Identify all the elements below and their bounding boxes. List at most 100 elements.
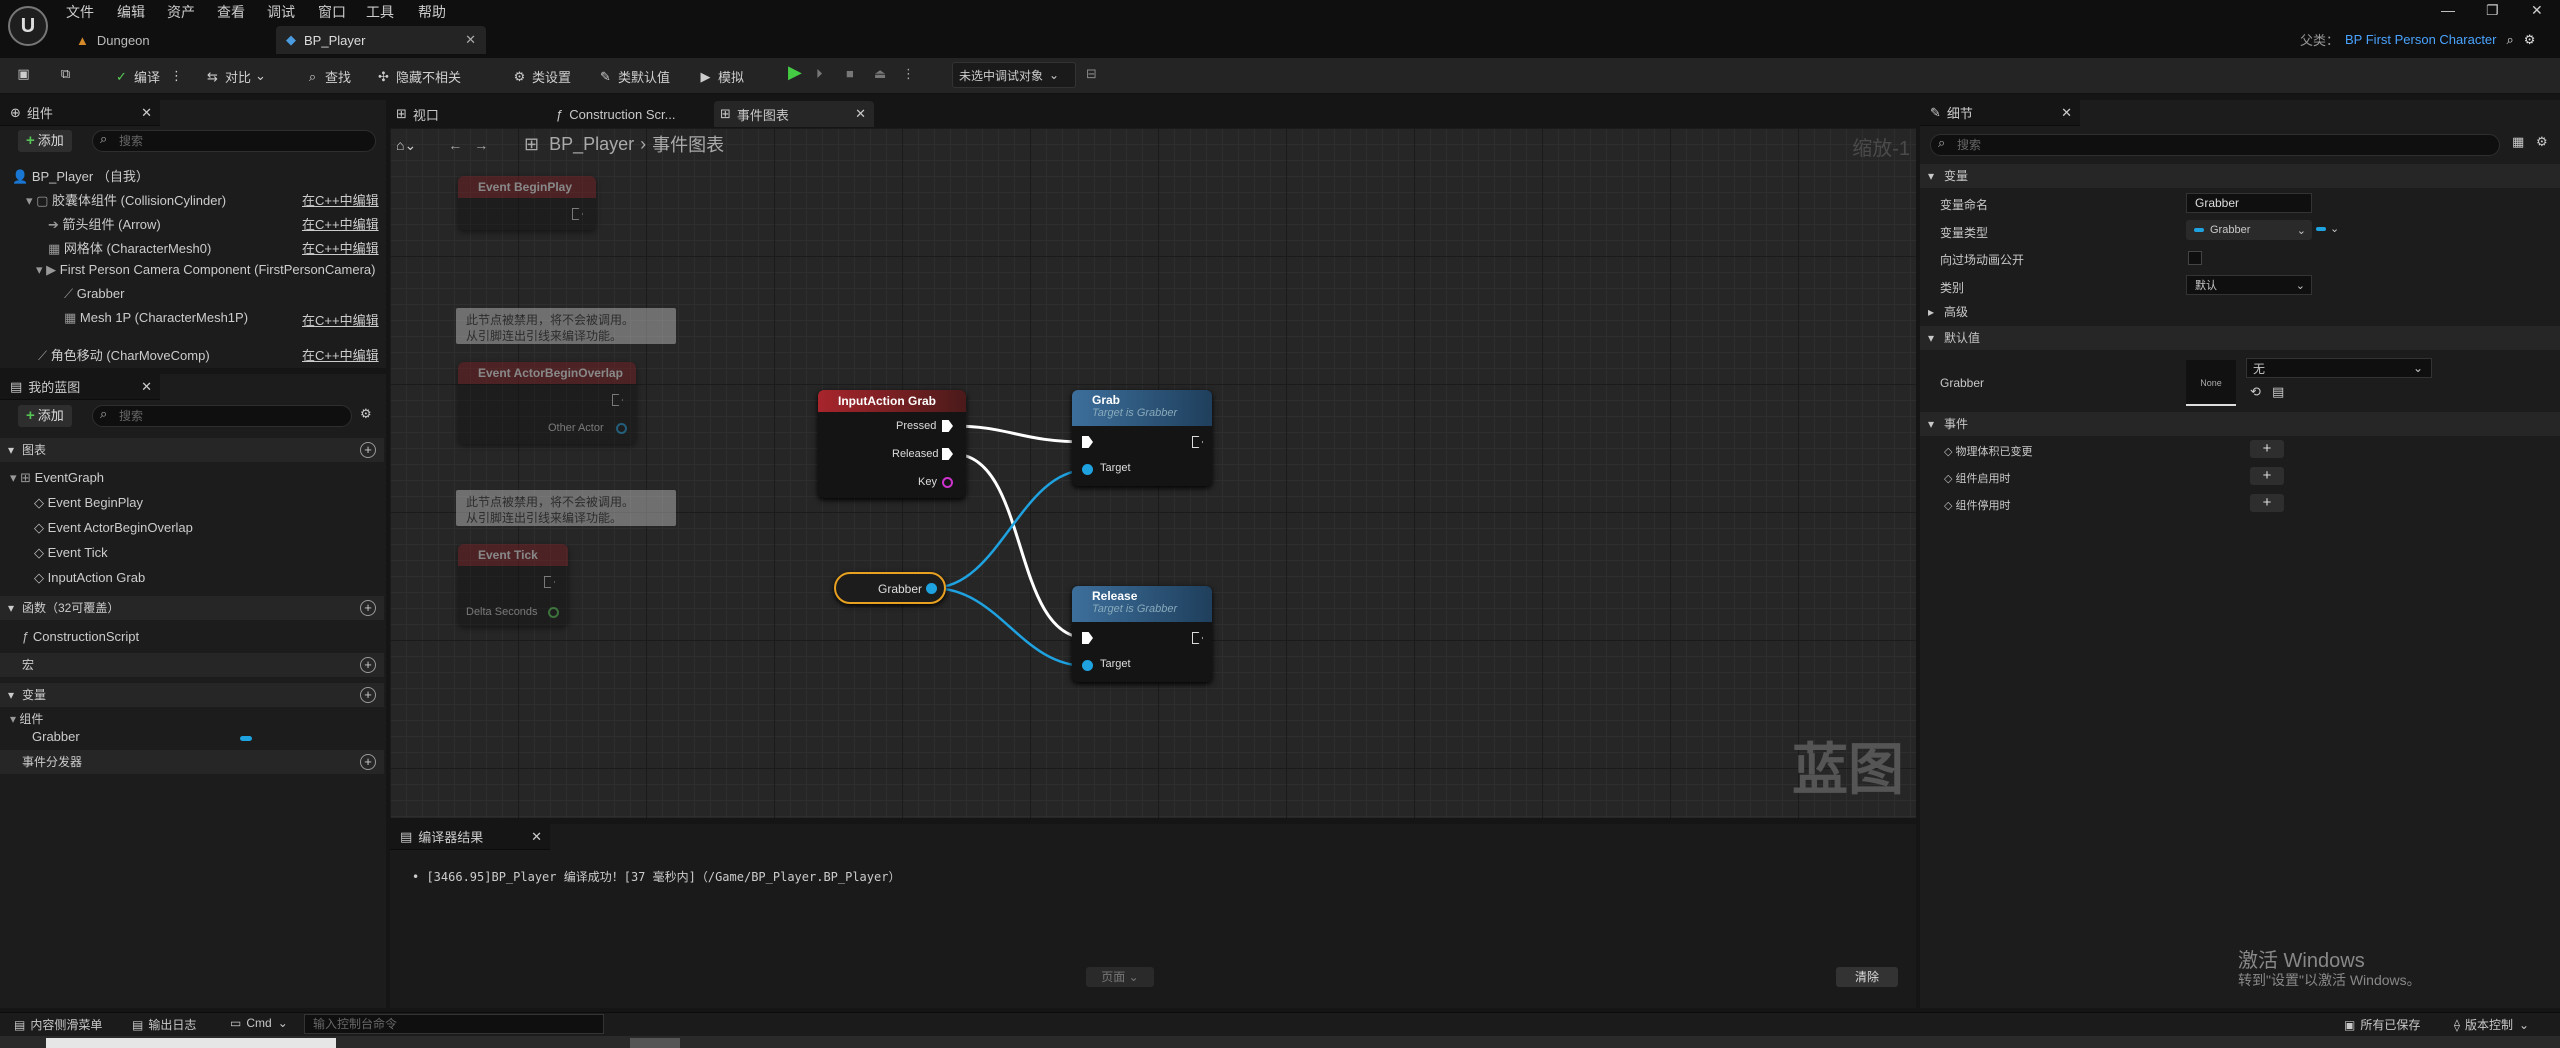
exec-out-pin[interactable] <box>1192 632 1203 644</box>
minimize-icon[interactable]: — <box>2441 2 2455 18</box>
node-function-grab[interactable]: Grab Target is Grabber Target <box>1072 390 1212 486</box>
menu-view[interactable]: 查看 <box>217 2 245 22</box>
node-function-release[interactable]: Release Target is Grabber Target <box>1072 586 1212 682</box>
edit-cpp-link[interactable]: 在C++中编辑 <box>302 345 379 364</box>
section-variable[interactable]: ▾ 变量 <box>1920 164 2560 188</box>
menu-tools[interactable]: 工具 <box>366 2 394 22</box>
tree-arrow[interactable]: ➔ 箭头组件 (Arrow) <box>48 214 161 233</box>
step-icon[interactable]: ⏵ <box>816 66 823 86</box>
blueprint-search[interactable]: 搜索 <box>92 405 352 427</box>
tab-bp-player[interactable]: ◆ BP_Player ✕ <box>276 26 486 54</box>
use-selected-icon[interactable]: ⟲ <box>2250 384 2261 400</box>
hide-unrelated-button[interactable]: ✣ 隐藏不相关 <box>376 66 461 86</box>
home-icon[interactable]: ⌂⌄ <box>396 137 416 154</box>
class-defaults-button[interactable]: ✎ 类默认值 <box>598 66 670 86</box>
section-macros[interactable]: 宏 <box>0 653 384 677</box>
menu-asset[interactable]: 资产 <box>167 2 195 22</box>
node-event-beginplay[interactable]: Event BeginPlay <box>458 176 596 230</box>
gear-icon[interactable]: ⚙ <box>360 406 372 422</box>
function-item[interactable]: ƒ ConstructionScript <box>22 629 139 644</box>
settings-icon[interactable]: ⚙ <box>2524 32 2536 48</box>
eject-icon[interactable]: ⏏ <box>874 66 886 86</box>
event-graph-canvas[interactable]: ⌂⌄ ← → ⊞ BP_Player › 事件图表 缩放-1 蓝图 Event … <box>390 128 1916 818</box>
gear-icon[interactable]: ⚙ <box>2536 134 2548 150</box>
add-function-icon[interactable]: + <box>360 600 376 616</box>
variable-grabber[interactable]: Grabber <box>32 729 80 744</box>
section-events[interactable]: ▾ 事件 <box>1920 412 2560 436</box>
close-tab-icon[interactable]: ✕ <box>465 32 476 48</box>
target-in-pin[interactable] <box>1082 660 1093 671</box>
details-search[interactable]: 搜索 <box>1930 134 2500 156</box>
exec-out-pin[interactable] <box>572 208 583 220</box>
grabber-out-pin[interactable] <box>926 583 937 594</box>
output-log-button[interactable]: ▤ 输出日志 <box>132 1016 196 1033</box>
asset-select[interactable]: 无 ⌄ <box>2246 358 2432 378</box>
tab-viewport[interactable]: ⊞ 视口 <box>396 103 439 125</box>
diff-button[interactable]: ⇆ 对比 ⌄ <box>205 66 266 86</box>
edit-cpp-link[interactable]: 在C++中编辑 <box>302 310 379 329</box>
node-grabber-getter[interactable]: Grabber <box>834 572 946 604</box>
taskbar-search[interactable] <box>46 1038 336 1048</box>
play-options-icon[interactable]: ⋮ <box>902 66 915 86</box>
section-advanced[interactable]: ▸ 高级 <box>1920 300 2560 324</box>
tree-mesh[interactable]: ▦ 网格体 (CharacterMesh0) <box>48 238 211 257</box>
exec-in-pin[interactable] <box>1082 436 1093 448</box>
content-drawer-button[interactable]: ▤ 内容侧滑菜单 <box>14 1016 102 1033</box>
browse-asset-icon[interactable]: ▤ <box>2272 384 2284 400</box>
taskbar-app[interactable] <box>630 1038 680 1048</box>
unreal-logo-icon[interactable]: U <box>8 6 48 46</box>
close-window-icon[interactable]: ✕ <box>2531 2 2543 19</box>
tab-event-graph[interactable]: ⊞ 事件图表 ✕ <box>714 101 874 127</box>
tree-bp-player[interactable]: 👤 BP_Player （自我） <box>12 166 149 185</box>
tree-collision[interactable]: ▾ ▢ 胶囊体组件 (CollisionCylinder) <box>26 190 226 209</box>
search-icon[interactable]: ⌕ <box>2507 32 2514 48</box>
section-graphs[interactable]: ▾ 图表 <box>0 438 384 462</box>
close-panel-icon[interactable]: ✕ <box>141 105 152 121</box>
menu-edit[interactable]: 编辑 <box>117 2 145 22</box>
add-event-button[interactable]: + <box>2250 467 2284 485</box>
add-blueprint-item-button[interactable]: + 添加 <box>18 405 72 427</box>
event-item[interactable]: ◇ Event Tick <box>34 545 108 561</box>
components-search[interactable]: 搜索 <box>92 130 376 152</box>
menu-file[interactable]: 文件 <box>66 2 94 22</box>
exec-out-pin-released[interactable] <box>942 448 953 460</box>
section-variables[interactable]: ▾ 变量 <box>0 683 384 707</box>
var-type-select[interactable]: Grabber ⌄ <box>2186 220 2312 240</box>
node-event-tick[interactable]: Event Tick Delta Seconds <box>458 544 568 626</box>
compile-button[interactable]: ✓ 编译 ⋮ <box>114 66 183 86</box>
exec-out-pin-pressed[interactable] <box>942 420 953 432</box>
simulate-button[interactable]: ▶ 模拟 <box>698 66 745 86</box>
expose-checkbox[interactable] <box>2188 251 2202 265</box>
asset-thumbnail[interactable]: None <box>2186 360 2236 406</box>
tree-grabber[interactable]: ⟋ Grabber <box>64 286 124 302</box>
section-dispatchers[interactable]: 事件分发器 <box>0 750 384 774</box>
var-name-input[interactable]: Grabber <box>2186 193 2312 213</box>
cmd-select[interactable]: ▭ Cmd ⌄ <box>230 1016 288 1030</box>
tab-construction[interactable]: ƒ Construction Scr... <box>556 103 675 125</box>
exec-out-pin[interactable] <box>612 394 623 406</box>
section-functions[interactable]: ▾ 函数（32可覆盖） <box>0 596 384 620</box>
parent-class-link[interactable]: BP First Person Character <box>2345 32 2496 47</box>
close-panel-icon[interactable]: ✕ <box>531 829 542 845</box>
breakpoint-icon[interactable]: ⊟ <box>1086 66 1097 86</box>
edit-cpp-link[interactable]: 在C++中编辑 <box>302 190 379 209</box>
save-icon[interactable]: ▣ <box>16 66 36 86</box>
add-dispatcher-icon[interactable]: + <box>360 754 376 770</box>
source-control-button[interactable]: ⟠ 版本控制 ⌄ <box>2454 1016 2529 1033</box>
find-button[interactable]: ⌕ 查找 <box>305 66 351 86</box>
tab-dungeon[interactable]: ▲ Dungeon <box>66 26 276 54</box>
debug-target-select[interactable]: 未选中调试对象 ⌄ <box>952 62 1076 88</box>
key-out-pin[interactable] <box>942 477 953 488</box>
all-saved-status[interactable]: ▣ 所有已保存 <box>2344 1016 2420 1033</box>
play-icon[interactable]: ▶ <box>788 62 802 82</box>
object-out-pin[interactable] <box>616 423 627 434</box>
close-tab-icon[interactable]: ✕ <box>855 106 866 122</box>
clear-button[interactable]: 清除 <box>1836 967 1898 987</box>
section-defaults[interactable]: ▾ 默认值 <box>1920 326 2560 350</box>
maximize-icon[interactable]: ❐ <box>2486 2 2499 19</box>
add-macro-icon[interactable]: + <box>360 657 376 673</box>
add-variable-icon[interactable]: + <box>360 687 376 703</box>
add-event-button[interactable]: + <box>2250 494 2284 512</box>
event-item[interactable]: ◇ InputAction Grab <box>34 570 145 586</box>
back-icon[interactable]: ← <box>448 137 462 153</box>
